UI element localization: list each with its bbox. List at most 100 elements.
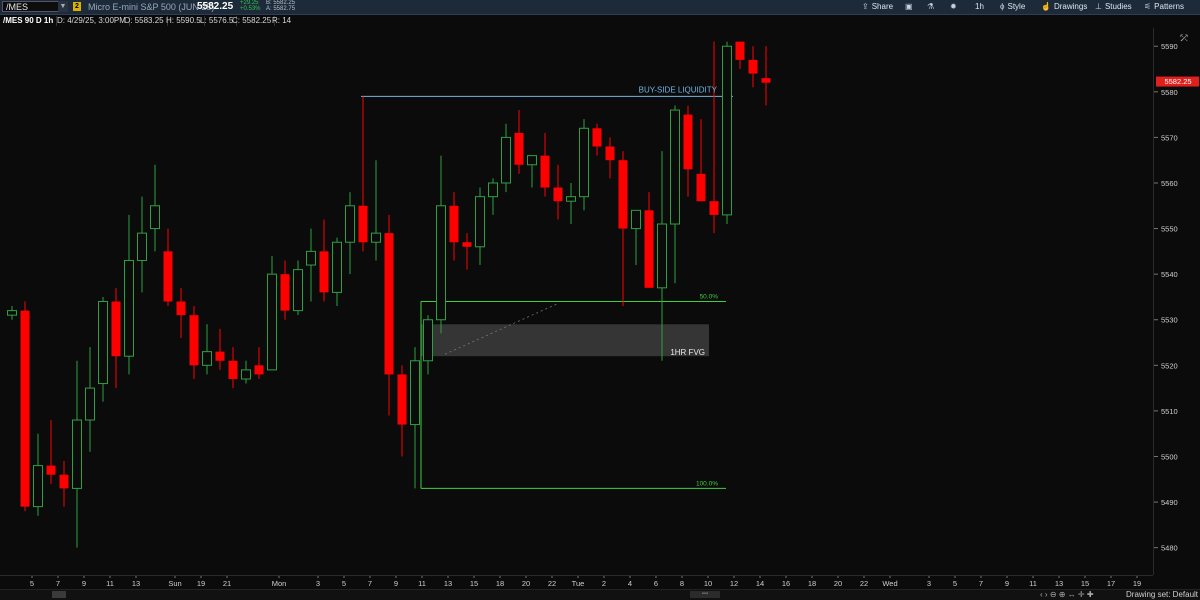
candle-body-down	[540, 155, 550, 188]
y-tick-label: 5590	[1161, 42, 1178, 51]
x-tick-label: 21	[223, 579, 231, 588]
price-chart[interactable]: BUY-SIDE LIQUIDITY 50.0% 100.0% 1HR FVG	[0, 28, 1153, 575]
candle-body-up	[293, 269, 303, 312]
bar-date: D: 4/29/25, 3:00PM	[54, 16, 130, 26]
candle-body-down	[553, 187, 563, 202]
x-tick-label: 22	[860, 579, 868, 588]
x-tick-label: Wed	[882, 579, 897, 588]
last-price: 5582.25	[197, 1, 234, 12]
candle-body-up	[267, 273, 277, 371]
share-icon: ⇪	[862, 2, 869, 11]
drawings-button[interactable]: ☝ Drawings	[1041, 0, 1087, 14]
x-tick-label: 7	[56, 579, 60, 588]
candle-body-down	[384, 233, 394, 375]
x-tick-label: 11	[418, 579, 426, 588]
x-tick-label: 9	[1005, 579, 1009, 588]
pct-change-value: +0.53%	[240, 6, 261, 12]
scrollbar-thumb[interactable]	[52, 591, 66, 598]
x-tick-label: 17	[1107, 579, 1115, 588]
x-tick-label: 11	[1029, 579, 1037, 588]
x-tick-label: 15	[1081, 579, 1089, 588]
scroll-left-icon[interactable]: ‹	[1040, 590, 1043, 599]
y-tick-label: 5530	[1161, 316, 1178, 325]
candle-body-down	[761, 78, 771, 83]
candle-body-up	[98, 301, 108, 385]
candle-body-up	[332, 241, 342, 293]
auto-scale-icon[interactable]: ⤱	[1179, 33, 1187, 43]
settings-button[interactable]: ✹	[950, 0, 960, 14]
patterns-button[interactable]: ⚟ Patterns	[1144, 0, 1184, 14]
candle-body-down	[215, 351, 225, 361]
scroll-right-icon[interactable]: ›	[1045, 590, 1048, 599]
candle-body-down	[111, 301, 121, 357]
candle-body-up	[423, 319, 433, 362]
price-axis[interactable]: 5480 5490 5500 5510 5520 5530 5540 5550 5560 5570…	[1153, 28, 1200, 575]
y-tick-label: 5510	[1161, 407, 1178, 416]
candle-body-down	[605, 146, 615, 161]
x-tick-label: 7	[368, 579, 372, 588]
x-tick-label: 5	[342, 579, 346, 588]
candle	[722, 41, 732, 225]
candle-body-down	[462, 242, 472, 247]
x-tick-label: 10	[704, 579, 712, 588]
share-button[interactable]: ⇪ Share	[862, 0, 893, 14]
candle-body-up	[722, 45, 732, 216]
zoom-in-icon[interactable]: ⊕	[1059, 590, 1066, 599]
x-tick-label: 5	[30, 579, 34, 588]
crosshair-icon[interactable]: ✛	[1078, 590, 1085, 599]
bottom-bar: ▪▪▪ ‹ › ⊖ ⊕ ↔ ✛ ✚ Drawing set: Default	[0, 589, 1200, 600]
candle-body-up	[436, 205, 446, 321]
candle-body-down	[696, 173, 706, 202]
y-tick-label: 5480	[1161, 544, 1178, 553]
fit-horizontal-icon[interactable]: ↔	[1068, 590, 1076, 599]
flask-button[interactable]: ⚗	[927, 0, 937, 14]
y-ticks: 5480 5490 5500 5510 5520 5530 5540 5550 5560 5570…	[1154, 42, 1178, 553]
studies-button[interactable]: ⊥ Studies	[1095, 0, 1132, 14]
current-price-tag: 5582.25	[1156, 76, 1199, 87]
x-tick-label: 19	[1133, 579, 1141, 588]
candle-body-up	[241, 369, 251, 380]
x-tick-label: 13	[132, 579, 140, 588]
x-ticks: 5 7 9 11 13 Sun 19 21 Mon 3 5 7 9 11 13 15 18 20 22 Tue 2 4 6 8…	[30, 576, 1141, 588]
style-button[interactable]: ϕ Style	[1000, 0, 1025, 14]
studies-label: Studies	[1104, 2, 1132, 11]
candle-body-up	[202, 351, 212, 366]
x-tick-label: 3	[316, 579, 320, 588]
candle-body-up	[527, 155, 537, 166]
y-tick-label: 5560	[1161, 179, 1178, 188]
gear-icon: ✹	[950, 2, 957, 11]
x-tick-label: 22	[548, 579, 556, 588]
x-tick-label: 4	[628, 579, 632, 588]
candle-body-down	[618, 160, 628, 229]
x-tick-label: 18	[496, 579, 504, 588]
candle-body-down	[46, 465, 56, 475]
patterns-icon: ⚟	[1144, 2, 1152, 11]
x-tick-label: 15	[470, 579, 478, 588]
flask-icon: ⚗	[927, 2, 935, 11]
x-tick-label: 7	[979, 579, 983, 588]
top-toolbar: /MES ▼ 2 Micro E-mini S&P 500 (JUN 25) 5…	[0, 0, 1200, 15]
zoom-out-icon[interactable]: ⊖	[1050, 590, 1057, 599]
symbol-input[interactable]: /MES	[2, 1, 64, 12]
scrollbar-grip[interactable]: ▪▪▪	[690, 591, 720, 598]
x-tick-label: Mon	[272, 579, 287, 588]
x-tick-label: 6	[654, 579, 658, 588]
candle-body-down	[189, 315, 199, 366]
x-tick-label: 11	[106, 579, 114, 588]
candle-body-down	[163, 251, 173, 302]
symbol-dropdown-icon[interactable]: ▼	[58, 1, 68, 12]
share-label: Share	[871, 2, 894, 11]
candle-body-down	[254, 365, 264, 375]
time-axis[interactable]: 5 7 9 11 13 Sun 19 21 Mon 3 5 7 9 11 13 15 18 20 22 Tue 2 4 6 8…	[0, 575, 1153, 590]
timeframe-button[interactable]: 1h	[975, 0, 984, 14]
detach-button[interactable]: ▣	[905, 0, 916, 14]
drawing-tool-icon[interactable]: ✚	[1087, 590, 1094, 599]
candle-body-down	[176, 301, 186, 316]
instrument-name: Micro E-mini S&P 500 (JUN 25)	[88, 2, 215, 12]
bar-open: O: 5583.25	[121, 16, 168, 26]
link-group-badge[interactable]: 2	[73, 2, 81, 11]
net-change: +29.25 +0.53%	[240, 0, 261, 12]
x-tick-label: 9	[82, 579, 86, 588]
candle-body-up	[579, 127, 589, 198]
candle-body-up	[501, 136, 511, 184]
